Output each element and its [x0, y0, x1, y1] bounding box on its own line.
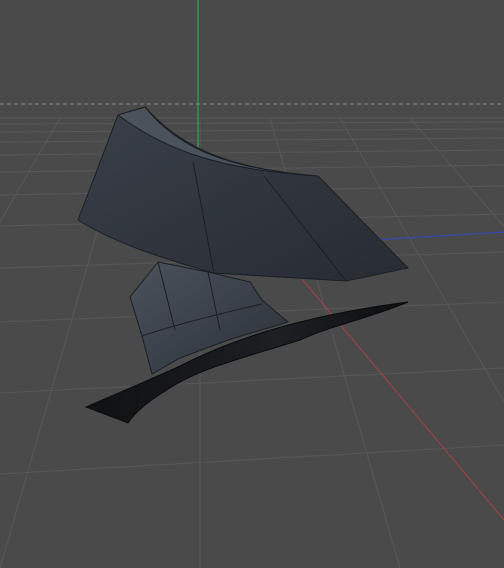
viewport-canvas[interactable] [0, 0, 504, 568]
upper-curved-sheet[interactable] [77, 106, 409, 282]
3d-viewport[interactable] [0, 0, 504, 568]
